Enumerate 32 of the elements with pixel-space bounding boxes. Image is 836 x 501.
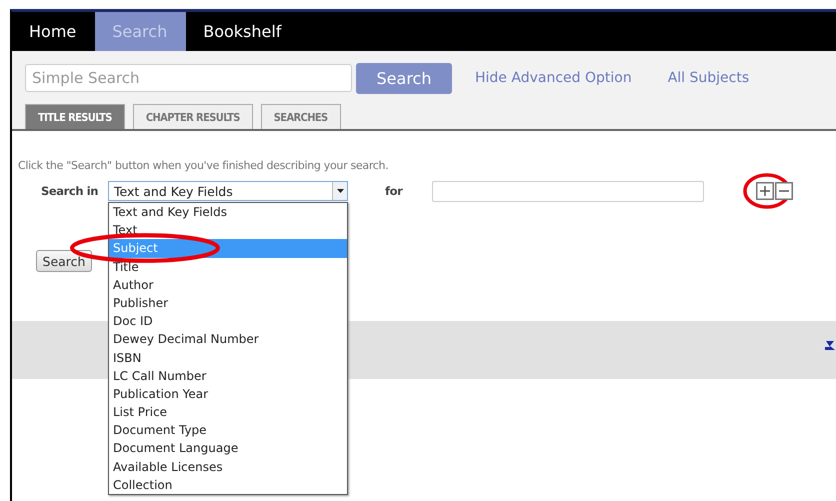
for-field[interactable] [432, 180, 704, 202]
link[interactable]: All Subjects [668, 70, 750, 86]
dropdown-option[interactable]: Doc ID [109, 312, 347, 330]
dropdown-option[interactable]: Collection [109, 476, 347, 494]
results-tab[interactable]: TITLE RESULTS [25, 104, 125, 129]
remove-row-icon[interactable] [775, 182, 793, 200]
add-row-icon[interactable] [756, 182, 774, 200]
dropdown-option[interactable]: Text and Key Fields [109, 203, 347, 222]
search-button[interactable]: Search [36, 250, 92, 272]
nav-tab[interactable]: Bookshelf [186, 12, 300, 51]
instruction-text: Click the "Search" button when you've finished describing your search. [18, 159, 390, 172]
dropdown-option[interactable]: Text [109, 221, 347, 240]
for-label: for [385, 184, 404, 198]
dropdown-option[interactable]: LC Call Number [109, 366, 347, 385]
search-field[interactable]: Simple Search [25, 64, 352, 92]
results-tab[interactable]: CHAPTER RESULTS [132, 104, 253, 129]
search-in-label: Search in [41, 184, 100, 198]
dropdown-option[interactable]: Dewey Decimal Number [109, 330, 347, 348]
dropdown-option[interactable]: Author [109, 276, 347, 294]
dropdown-option[interactable]: List Price [109, 403, 347, 422]
dropdown-option[interactable]: Title [109, 258, 347, 276]
field-dropdown[interactable]: Text and Key Fields [108, 181, 348, 201]
dropdown-option[interactable]: Available Licenses [109, 458, 347, 476]
dropdown-option[interactable]: ISBN [109, 348, 347, 367]
results-tab[interactable]: SEARCHES [260, 104, 341, 129]
dropdown-option[interactable]: Publisher [109, 294, 347, 312]
link[interactable]: Hide Advanced Option [475, 70, 632, 86]
dropdown-option[interactable]: Document Type [109, 421, 347, 440]
dropdown-option[interactable]: Publication Year [109, 384, 347, 404]
caret-icon [332, 182, 347, 200]
nav-tab[interactable]: Home [12, 12, 96, 51]
dropdown-option[interactable]: Document Language [109, 439, 347, 458]
